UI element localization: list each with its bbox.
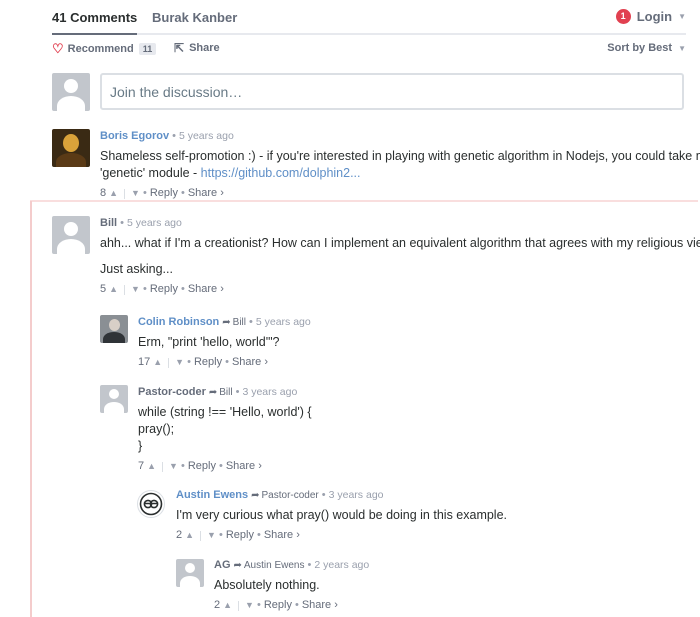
downvote-icon[interactable]: ▼ — [169, 459, 178, 474]
comment-time[interactable]: 5 years ago — [179, 130, 234, 142]
comment-text: I'm very curious what pray() would be do… — [176, 508, 508, 522]
recommend-count: 11 — [138, 42, 157, 55]
reply-button[interactable]: Reply — [194, 355, 222, 370]
heart-icon: ♡ — [52, 41, 64, 56]
vote-count: 17 — [138, 356, 151, 368]
comment-text: ahh... what if I'm a creationist? How ca… — [100, 236, 700, 276]
comment-author[interactable]: Pastor-coder — [138, 386, 206, 398]
upvote-icon[interactable]: ▲ — [185, 528, 194, 543]
share-link[interactable]: Share › — [264, 528, 300, 543]
comment-text: while (string !== 'Hello, world') { pray… — [138, 405, 312, 453]
tab-site[interactable]: Burak Kanber — [152, 10, 237, 25]
share-link[interactable]: Share › — [232, 355, 268, 370]
comment-footer: 7 ▲ ▼ • Reply • Share › — [138, 459, 262, 474]
downvote-icon[interactable]: ▼ — [131, 186, 140, 201]
chevron-down-icon: ▼ — [678, 12, 686, 21]
comment-time[interactable]: 3 years ago — [242, 386, 297, 398]
tab-comments[interactable]: 41 Comments — [52, 10, 138, 35]
avatar[interactable] — [100, 315, 128, 343]
reply-arrow-icon: ➦ — [222, 317, 231, 328]
sort-label: Sort by Best — [607, 42, 673, 54]
share-link[interactable]: Share › — [226, 459, 262, 474]
comment-time[interactable]: 5 years ago — [256, 316, 311, 328]
chevron-down-icon: ▼ — [678, 43, 686, 53]
comment: AG ➦ Austin Ewens • 2 years ago Absolutely n… — [214, 559, 370, 613]
comment-footer: 5 ▲ ▼ • Reply • Share › — [100, 282, 224, 297]
avatar[interactable] — [137, 490, 165, 518]
comment-author[interactable]: Colin Robinson — [138, 316, 219, 328]
upvote-icon[interactable]: ▲ — [147, 459, 156, 474]
recommend-button[interactable]: ♡ Recommend 11 — [52, 41, 157, 56]
vote-count: 2 — [214, 599, 221, 611]
join-discussion-input[interactable] — [100, 73, 684, 110]
avatar[interactable] — [52, 129, 90, 167]
thread-highlight-line — [30, 201, 32, 617]
comment-author[interactable]: AG — [214, 559, 231, 571]
downvote-icon[interactable]: ▼ — [207, 528, 216, 543]
downvote-icon[interactable]: ▼ — [175, 355, 184, 370]
comment-time[interactable]: 2 years ago — [314, 559, 369, 571]
upvote-icon[interactable]: ▲ — [153, 355, 162, 370]
vote-count: 2 — [176, 529, 183, 541]
upvote-icon[interactable]: ▲ — [109, 282, 118, 297]
comment-time[interactable]: 5 years ago — [127, 217, 182, 229]
recommend-label: Recommend — [67, 42, 134, 55]
comment-author[interactable]: Boris Egorov — [100, 130, 169, 142]
avatar[interactable] — [100, 385, 128, 413]
reply-button[interactable]: Reply — [226, 528, 254, 543]
avatar[interactable] — [176, 559, 204, 587]
reply-button[interactable]: Reply — [264, 598, 292, 613]
toolbar: ♡ Recommend 11 ⇱ Share Sort by Best ▼ — [52, 42, 686, 62]
share-link[interactable]: Share › — [188, 282, 224, 297]
avatar[interactable] — [52, 216, 90, 254]
comment: Pastor-coder ➦ Bill • 3 years ago while (str… — [138, 386, 312, 474]
thread-highlight — [30, 200, 698, 202]
comment-footer: 2 ▲ ▼ • Reply • Share › — [214, 598, 338, 613]
parent-author[interactable]: Bill — [233, 317, 246, 328]
reply-button[interactable]: Reply — [188, 459, 216, 474]
share-link[interactable]: Share › — [188, 186, 224, 201]
comment-author[interactable]: Austin Ewens — [176, 489, 248, 501]
comment: Boris Egorov • 5 years ago Shameless self-… — [100, 129, 700, 201]
reply-button[interactable]: Reply — [150, 282, 178, 297]
comment-author[interactable]: Bill — [100, 217, 117, 229]
comment-footer: 17 ▲ ▼ • Reply • Share › — [138, 355, 269, 370]
sort-dropdown[interactable]: Sort by Best ▼ — [607, 42, 686, 54]
parent-author[interactable]: Austin Ewens — [244, 560, 305, 571]
downvote-icon[interactable]: ▼ — [131, 282, 140, 297]
downvote-icon[interactable]: ▼ — [245, 598, 254, 613]
comment-time[interactable]: 3 years ago — [329, 489, 384, 501]
comment-text: Erm, "print 'hello, world'"? — [138, 335, 280, 349]
current-user-avatar[interactable] — [52, 73, 90, 111]
ae-logo-icon — [139, 492, 163, 516]
login-button[interactable]: 1 Login ▼ — [615, 9, 686, 24]
reply-arrow-icon: ➦ — [233, 560, 242, 571]
reply-button[interactable]: Reply — [150, 186, 178, 201]
share-icon: ⇱ — [174, 41, 185, 55]
parent-author[interactable]: Bill — [219, 387, 232, 398]
comment: Colin Robinson ➦ Bill • 5 years ago Erm, "pr… — [138, 316, 311, 370]
share-label: Share — [189, 42, 220, 54]
notification-badge[interactable]: 1 — [615, 9, 631, 24]
share-link[interactable]: Share › — [302, 598, 338, 613]
comment-footer: 8 ▲ ▼ • Reply • Share › — [100, 186, 224, 201]
comment: Bill • 5 years ago ahh... what if I'm a cr… — [100, 216, 700, 297]
upvote-icon[interactable]: ▲ — [223, 598, 232, 613]
upvote-icon[interactable]: ▲ — [109, 186, 118, 201]
vote-count: 8 — [100, 187, 107, 199]
vote-count: 5 — [100, 283, 107, 295]
reply-arrow-icon: ➦ — [208, 387, 218, 398]
comment-link[interactable]: https://github.com/dolphin2... — [201, 166, 361, 180]
parent-author[interactable]: Pastor-coder — [262, 490, 319, 501]
reply-arrow-icon: ➦ — [251, 490, 260, 501]
login-label: Login — [636, 9, 673, 24]
vote-count: 7 — [138, 460, 145, 472]
comment-footer: 2 ▲ ▼ • Reply • Share › — [176, 528, 300, 543]
comment-text: Absolutely nothing. — [214, 578, 320, 592]
share-button[interactable]: ⇱ Share — [174, 42, 220, 54]
comment-text: Shameless self-promotion :) - if you're … — [100, 149, 700, 180]
comments-header: 41 Comments Burak Kanber 1 Login ▼ — [52, 0, 686, 35]
comment: Austin Ewens ➦ Pastor-coder • 3 years ago I'… — [176, 489, 508, 543]
